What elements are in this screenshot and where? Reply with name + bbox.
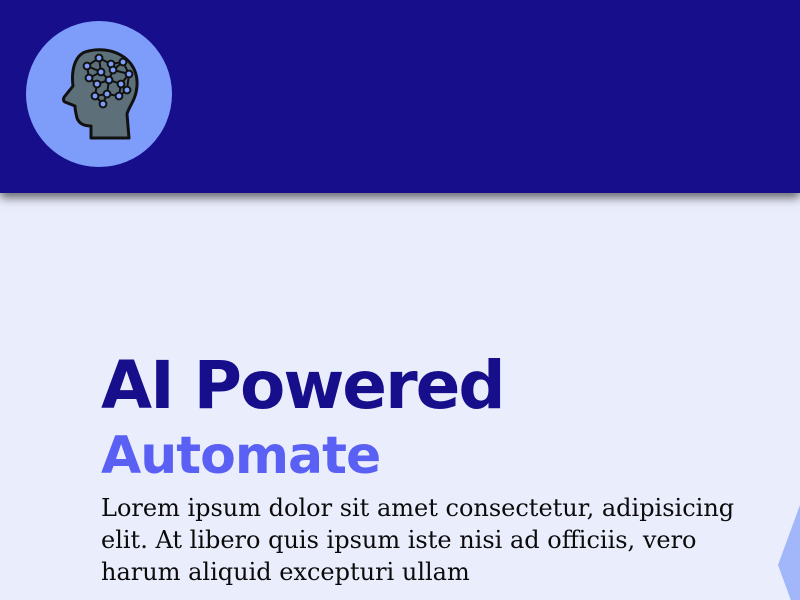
hero-section: AI Powered Automate Lorem ipsum dolor si… (101, 348, 761, 588)
site-header (0, 0, 800, 193)
landing-page: AI Powered Automate Lorem ipsum dolor si… (0, 0, 800, 600)
logo[interactable] (26, 21, 172, 167)
hero-description: Lorem ipsum dolor sit amet consectetur, … (101, 494, 735, 586)
hero-title: AI Powered (101, 347, 506, 424)
decorative-shape (778, 505, 800, 600)
hero-subtitle: Automate (101, 426, 381, 486)
ai-brain-head-icon (62, 48, 139, 140)
